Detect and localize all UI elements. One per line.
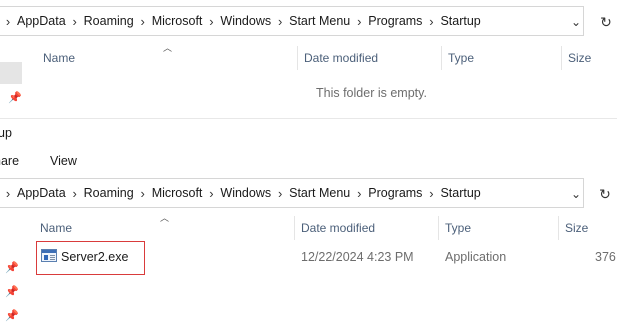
chevron-right-icon[interactable]: › (0, 186, 17, 201)
chevron-right-icon[interactable]: › (134, 14, 152, 29)
pin-icon: 📌 (5, 262, 19, 274)
chevron-right-icon[interactable]: › (271, 186, 289, 201)
chevron-right-icon[interactable]: › (350, 14, 368, 29)
chevron-right-icon[interactable]: › (66, 186, 84, 201)
pin-icon: 📌 (5, 310, 19, 322)
bottom-address-bar[interactable]: › AppData › Roaming › Microsoft › Window… (0, 178, 584, 208)
chevron-right-icon[interactable]: › (202, 14, 220, 29)
application-icon (41, 249, 57, 262)
sort-ascending-icon: ︿ (163, 43, 173, 53)
column-divider[interactable] (441, 46, 442, 70)
file-size: 376 (595, 250, 616, 264)
column-header-type[interactable]: Type (445, 221, 471, 235)
bottom-breadcrumb: › AppData › Roaming › Microsoft › Window… (0, 179, 481, 207)
file-name[interactable]: Server2.exe (61, 250, 128, 264)
breadcrumb-windows[interactable]: Windows (220, 186, 271, 200)
sort-ascending-icon: ︿ (160, 213, 170, 223)
breadcrumb-roaming[interactable]: Roaming (84, 186, 134, 200)
column-divider[interactable] (558, 216, 559, 240)
file-type: Application (445, 250, 507, 264)
column-header-name[interactable]: Name (40, 221, 72, 235)
top-address-bar[interactable]: › AppData › Roaming › Microsoft › Window… (0, 6, 584, 36)
breadcrumb-appdata[interactable]: AppData (17, 14, 66, 28)
column-header-name[interactable]: Name (43, 51, 75, 65)
column-header-size[interactable]: Size (568, 51, 591, 65)
breadcrumb-startup[interactable]: Startup (440, 14, 480, 28)
chevron-right-icon[interactable]: › (0, 14, 17, 29)
chevron-right-icon[interactable]: › (202, 186, 220, 201)
file-row-server2[interactable]: Server2.exe (36, 241, 145, 275)
pin-icon: 📌 (5, 286, 19, 298)
breadcrumb-start-menu[interactable]: Start Menu (289, 14, 350, 28)
ribbon-tab-view[interactable]: View (50, 154, 77, 168)
column-divider[interactable] (297, 46, 298, 70)
window-title: up (0, 126, 12, 140)
column-header-type[interactable]: Type (448, 51, 474, 65)
nav-pane-selected-item[interactable] (0, 62, 22, 84)
window-divider (0, 118, 617, 119)
chevron-down-icon[interactable]: ⌄ (568, 14, 584, 30)
column-divider[interactable] (438, 216, 439, 240)
breadcrumb-microsoft[interactable]: Microsoft (152, 186, 203, 200)
breadcrumb-programs[interactable]: Programs (368, 14, 422, 28)
breadcrumb-windows[interactable]: Windows (220, 14, 271, 28)
refresh-icon[interactable]: ↻ (598, 14, 614, 30)
empty-folder-message: This folder is empty. (316, 86, 427, 100)
chevron-right-icon[interactable]: › (271, 14, 289, 29)
column-header-size[interactable]: Size (565, 221, 588, 235)
breadcrumb-roaming[interactable]: Roaming (84, 14, 134, 28)
pin-icon: 📌 (8, 92, 22, 104)
breadcrumb-microsoft[interactable]: Microsoft (152, 14, 203, 28)
breadcrumb-appdata[interactable]: AppData (17, 186, 66, 200)
ribbon-tab-share[interactable]: hare (0, 154, 19, 168)
file-date-modified: 12/22/2024 4:23 PM (301, 250, 414, 264)
chevron-right-icon[interactable]: › (422, 14, 440, 29)
top-breadcrumb: › AppData › Roaming › Microsoft › Window… (0, 7, 481, 35)
breadcrumb-programs[interactable]: Programs (368, 186, 422, 200)
column-header-date-modified[interactable]: Date modified (301, 221, 375, 235)
column-divider[interactable] (294, 216, 295, 240)
column-divider[interactable] (561, 46, 562, 70)
breadcrumb-start-menu[interactable]: Start Menu (289, 186, 350, 200)
chevron-right-icon[interactable]: › (422, 186, 440, 201)
breadcrumb-startup[interactable]: Startup (440, 186, 480, 200)
refresh-icon[interactable]: ↻ (597, 186, 613, 202)
chevron-right-icon[interactable]: › (350, 186, 368, 201)
chevron-down-icon[interactable]: ⌄ (568, 186, 584, 202)
chevron-right-icon[interactable]: › (134, 186, 152, 201)
column-header-date-modified[interactable]: Date modified (304, 51, 378, 65)
chevron-right-icon[interactable]: › (66, 14, 84, 29)
